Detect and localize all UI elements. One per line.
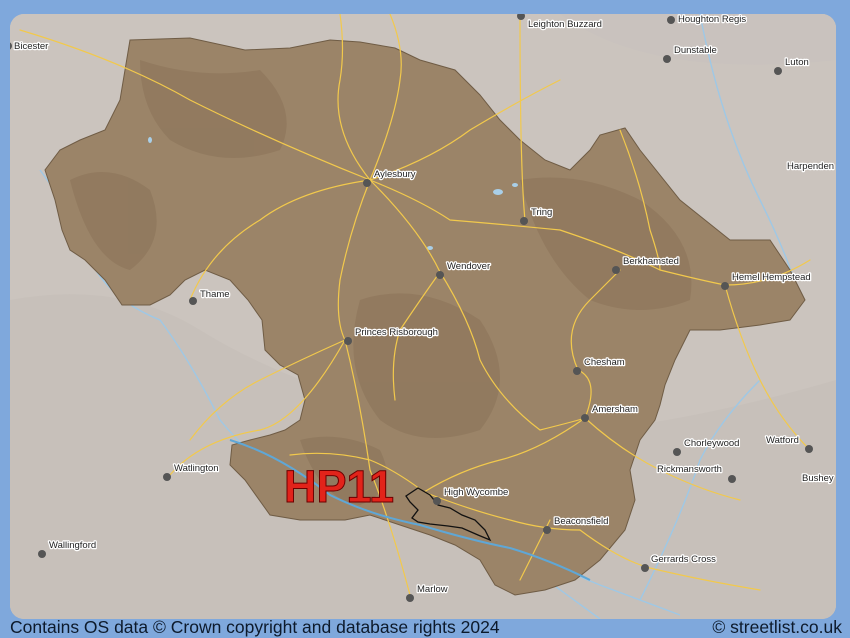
map-frame: Bicester Leighton Buzzard Houghton Regis…	[0, 0, 850, 637]
town-bushey[interactable]: Bushey	[801, 472, 835, 486]
os-attribution: Contains OS data © Crown copyright and d…	[10, 617, 500, 637]
town-label: Thame	[200, 289, 230, 300]
footer: Contains OS data © Crown copyright and d…	[0, 615, 850, 637]
town-houghton-regis[interactable]: Houghton Regis	[667, 14, 748, 26]
town-label: Houghton Regis	[678, 14, 746, 25]
town-label: Hemel Hempstead	[732, 272, 811, 283]
site-credit[interactable]: © streetlist.co.uk	[712, 616, 842, 638]
town-label: Bicester	[14, 41, 48, 52]
postcode-map[interactable]: Bicester Leighton Buzzard Houghton Regis…	[10, 14, 836, 619]
town-label: Aylesbury	[374, 169, 416, 180]
town-label: Wallingford	[49, 540, 96, 551]
town-label: Beaconsfield	[554, 516, 608, 527]
town-bicester[interactable]: Bicester	[10, 40, 50, 53]
town-label: Princes Risborough	[355, 327, 438, 338]
town-label: Amersham	[592, 404, 638, 415]
town-label: High Wycombe	[444, 487, 508, 498]
town-label: Berkhamsted	[623, 256, 679, 267]
town-label: Bushey	[802, 473, 834, 484]
postcode-area-label: HP11	[284, 461, 394, 512]
town-label: Gerrards Cross	[651, 554, 716, 565]
town-label: Chesham	[584, 357, 625, 368]
town-label: Luton	[785, 57, 809, 68]
map-panel[interactable]: Bicester Leighton Buzzard Houghton Regis…	[10, 14, 836, 619]
town-label: Rickmansworth	[657, 464, 722, 475]
town-label: Marlow	[417, 584, 448, 595]
town-harpenden[interactable]: Harpenden	[786, 160, 836, 174]
town-label: Harpenden	[787, 161, 834, 172]
town-label: Leighton Buzzard	[528, 19, 602, 30]
town-label: Chorleywood	[684, 438, 739, 449]
town-label: Dunstable	[674, 45, 717, 56]
town-label: Tring	[531, 207, 552, 218]
town-label: Watford	[766, 435, 799, 446]
town-label: Watlington	[174, 463, 219, 474]
town-label: Wendover	[447, 261, 490, 272]
